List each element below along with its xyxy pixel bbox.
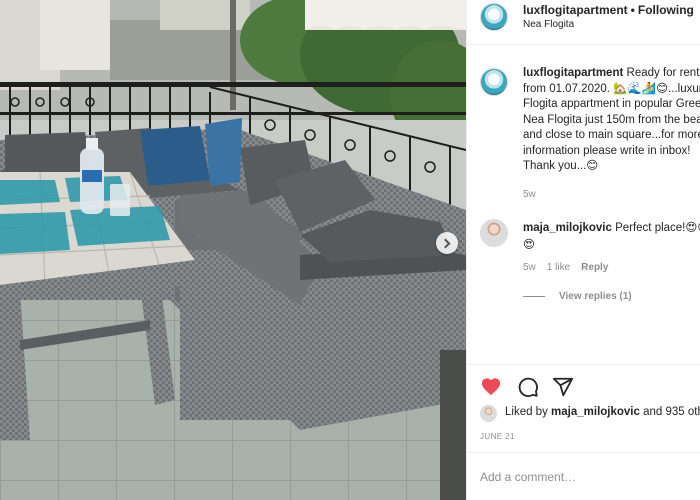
likes-text: Liked by maja_milojkovic and 935 others <box>505 406 700 418</box>
liker-username[interactable]: maja_milojkovic <box>551 406 640 418</box>
next-photo-button[interactable] <box>436 232 458 254</box>
header-divider <box>467 44 700 45</box>
replies-line <box>523 295 545 297</box>
author-avatar[interactable] <box>480 3 508 31</box>
caption-username[interactable]: luxflogitapartment <box>523 67 623 79</box>
following-button[interactable]: Following <box>638 3 694 17</box>
add-comment-input[interactable] <box>480 467 690 487</box>
caption-avatar[interactable] <box>480 68 508 96</box>
caption-text-block: luxflogitapartment Ready for rent from 0… <box>523 66 700 175</box>
author-username[interactable]: luxflogitapartment <box>523 3 628 17</box>
commenter-avatar[interactable] <box>480 219 508 247</box>
post-photo[interactable] <box>0 0 466 500</box>
heart-icon[interactable] <box>480 376 502 396</box>
comment-likes[interactable]: 1 like <box>547 262 570 273</box>
author-row: luxflogitapartment • Following <box>523 3 694 17</box>
view-replies-button[interactable]: View replies (1) <box>523 291 632 302</box>
comment-time[interactable]: 5w <box>523 262 536 273</box>
comment-meta: 5w 1 like Reply <box>523 262 619 273</box>
comment-text-block: maja_milojkovic Perfect place!😍😍😍 <box>523 220 700 254</box>
caption-text: Ready for rent from 01.07.2020. 🏡🌊🏄😊...l… <box>523 67 700 172</box>
actions-divider <box>467 364 700 365</box>
separator-dot: • <box>630 3 635 17</box>
post-date[interactable]: JUNE 21 <box>480 432 515 441</box>
share-icon[interactable] <box>552 376 574 398</box>
balcony-photo <box>0 0 466 500</box>
commenter-username[interactable]: maja_milojkovic <box>523 222 612 234</box>
caption-time[interactable]: 5w <box>523 189 536 200</box>
liked-by-prefix: Liked by <box>505 406 548 418</box>
add-comment-bar <box>467 452 700 500</box>
view-replies-label: View replies (1) <box>559 291 632 302</box>
post-details-panel: luxflogitapartment • Following Nea Flogita… <box>466 0 700 500</box>
reply-button[interactable]: Reply <box>581 262 608 273</box>
comment-icon[interactable] <box>517 376 539 398</box>
post-location[interactable]: Nea Flogita <box>523 19 574 30</box>
post-header: luxflogitapartment • Following Nea Flogita <box>467 0 700 42</box>
likes-count-others[interactable]: and 935 others <box>643 406 700 418</box>
chevron-right-icon <box>440 238 451 248</box>
liker-avatar[interactable] <box>480 405 497 422</box>
